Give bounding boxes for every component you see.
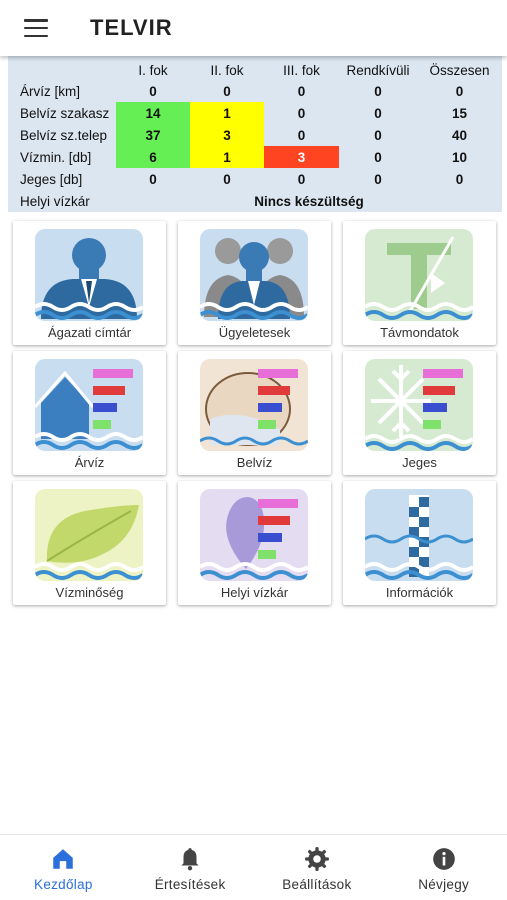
table-cell: 0 — [455, 83, 464, 99]
bottom-navigation: Kezdőlap Értesítések Beállítások Névjegy — [0, 834, 507, 900]
table-row: Belvíz sz.telep 37 3 0 0 40 — [8, 124, 502, 146]
table-cell: 0 — [374, 105, 382, 121]
nav-label: Értesítések — [154, 877, 226, 892]
table-cell-level3: 3 — [264, 146, 339, 168]
row-label: Belvíz sz.telep — [20, 127, 108, 143]
tile-agazati-cimtar[interactable]: Ágazati címtár — [13, 221, 166, 345]
table-cell: 0 — [223, 83, 231, 99]
table-row: Belvíz szakasz 14 1 0 0 15 — [8, 102, 502, 124]
telegram-t-icon — [365, 229, 473, 321]
local-damage-status: Nincs készültség — [254, 193, 364, 209]
local-damage-drop-icon — [200, 489, 308, 581]
row-label: Helyi vízkár — [20, 193, 90, 209]
menu-grid: Ágazati címtár Ügyeletesek Távmondatok Á… — [13, 221, 496, 605]
table-row: Árvíz [km] 0 0 0 0 0 — [8, 80, 502, 102]
row-label: Vízmin. [db] — [20, 149, 92, 165]
row-label: Árvíz [km] — [20, 83, 80, 99]
app-title: TELVIR — [90, 15, 173, 40]
nav-item-notifications[interactable]: Értesítések — [127, 835, 254, 900]
people-directory-icon — [35, 229, 143, 321]
water-quality-leaf-icon — [35, 489, 143, 581]
status-table-header: I. fok II. fok III. fok Rendkívüli Össze… — [8, 56, 502, 80]
table-cell-level2: 1 — [190, 146, 264, 168]
tile-label: Távmondatok — [380, 325, 459, 340]
tile-jeges[interactable]: Jeges — [343, 351, 496, 475]
header-cell: II. fok — [210, 62, 244, 78]
tile-label: Helyi vízkár — [220, 585, 289, 600]
table-cell: 0 — [149, 171, 157, 187]
table-row: Helyi vízkár Nincs készültség — [8, 190, 502, 212]
table-cell-level2: 3 — [190, 124, 264, 146]
tile-label: Belvíz — [236, 455, 273, 470]
nav-label: Beállítások — [282, 877, 352, 892]
table-cell: 0 — [455, 171, 464, 187]
tile-informaciok[interactable]: Információk — [343, 481, 496, 605]
tile-label: Ügyeletesek — [218, 325, 291, 340]
nav-label: Kezdőlap — [34, 877, 93, 892]
table-cell: 0 — [374, 127, 382, 143]
bell-icon — [181, 848, 199, 871]
table-cell-level1: 6 — [116, 146, 190, 168]
table-row: Vízmin. [db] 6 1 3 0 10 — [8, 146, 502, 168]
tile-label: Információk — [385, 585, 454, 600]
nav-item-settings[interactable]: Beállítások — [254, 835, 381, 900]
table-cell: 0 — [297, 83, 306, 99]
tile-label: Jeges — [402, 455, 437, 470]
table-cell: 0 — [374, 149, 382, 165]
header-cell — [8, 56, 116, 80]
on-duty-people-icon — [200, 229, 308, 321]
tile-label: Ágazati címtár — [47, 325, 132, 340]
table-cell: 10 — [451, 149, 468, 165]
table-cell: 0 — [223, 171, 231, 187]
tile-ugyeletesek[interactable]: Ügyeletesek — [178, 221, 331, 345]
table-cell: 0 — [374, 83, 382, 99]
table-cell-level1: 37 — [116, 124, 190, 146]
table-cell-level2: 1 — [190, 102, 264, 124]
table-cell: 0 — [297, 171, 306, 187]
table-cell: 0 — [297, 127, 306, 143]
nav-label: Névjegy — [418, 877, 470, 892]
nav-item-about[interactable]: Névjegy — [380, 835, 507, 900]
header-cell: Összesen — [429, 62, 490, 78]
table-cell: 0 — [297, 105, 306, 121]
tile-belviz[interactable]: Belvíz — [178, 351, 331, 475]
row-label: Belvíz szakasz — [20, 105, 110, 121]
header-cell: I. fok — [138, 62, 168, 78]
gear-icon — [304, 847, 329, 871]
menu-icon[interactable] — [24, 19, 48, 37]
header-cell: Rendkívüli — [346, 62, 410, 78]
tile-vizminoseg[interactable]: Vízminőség — [13, 481, 166, 605]
table-row: Jeges [db] 0 0 0 0 0 — [8, 168, 502, 190]
app-bar: TELVIR — [0, 0, 507, 56]
flood-house-icon — [35, 359, 143, 451]
information-gauge-icon — [365, 489, 473, 581]
status-panel: I. fok II. fok III. fok Rendkívüli Össze… — [8, 56, 502, 212]
table-cell: 40 — [451, 127, 468, 143]
table-cell-level1: 14 — [116, 102, 190, 124]
tile-tavmondatok[interactable]: Távmondatok — [343, 221, 496, 345]
nav-item-home[interactable]: Kezdőlap — [0, 835, 127, 900]
row-label: Jeges [db] — [20, 171, 83, 187]
table-cell: 15 — [451, 105, 468, 121]
info-icon — [432, 848, 455, 870]
tile-label: Árvíz — [74, 455, 105, 470]
tile-arviz[interactable]: Árvíz — [13, 351, 166, 475]
home-icon — [53, 849, 74, 869]
ice-snowflake-icon — [365, 359, 473, 451]
status-table: I. fok II. fok III. fok Rendkívüli Össze… — [8, 56, 502, 212]
inland-water-icon — [200, 359, 308, 451]
table-cell: 0 — [374, 171, 382, 187]
tile-label: Vízminőség — [55, 585, 124, 600]
header-cell: III. fok — [283, 62, 320, 78]
table-cell: 0 — [149, 83, 157, 99]
tile-helyi-vizkar[interactable]: Helyi vízkár — [178, 481, 331, 605]
